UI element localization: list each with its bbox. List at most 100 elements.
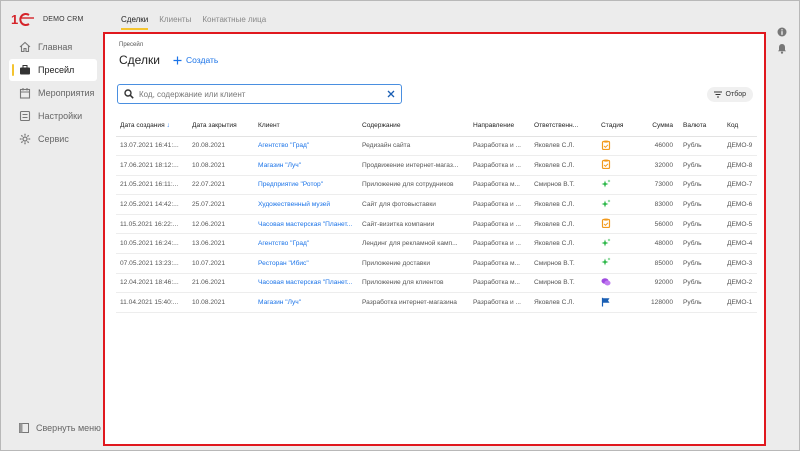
cell-owner: Яковлев С.Л. [530, 233, 597, 255]
table-row[interactable]: 11.05.2021 16:22:... 12.06.2021 Часовая ма… [116, 214, 757, 235]
settings-icon [19, 110, 31, 122]
cell-created: 12.05.2021 14:42:... [116, 194, 188, 215]
cell-closed: 10.08.2021 [188, 155, 254, 176]
cell-client-link[interactable]: Ресторан "Ибис" [254, 253, 358, 274]
cell-content: Сайт для фотовыставки [358, 194, 469, 215]
cell-currency: Рубль [679, 233, 723, 255]
tab-deals[interactable]: Сделки [121, 15, 149, 30]
cell-stage [597, 292, 637, 313]
cell-sum: 46000 [637, 136, 679, 157]
sidebar-nav: Главная Пресейл Мероприятия Настройки Се… [9, 36, 97, 151]
cell-direction: Разработка и ... [469, 292, 530, 313]
cell-closed: 21.06.2021 [188, 273, 254, 294]
cell-content: Сайт-визитка компании [358, 214, 469, 235]
table-row[interactable]: 11.04.2021 15:40:... 10.08.2021 Магазин "Л… [116, 292, 757, 313]
cell-client-link[interactable]: Магазин "Луч" [254, 292, 358, 313]
info-icon[interactable] [777, 27, 787, 37]
column-header-direction[interactable]: Направление [469, 116, 530, 137]
column-header-stage[interactable]: Стадия [597, 116, 637, 137]
sidebar-item-settings[interactable]: Настройки [9, 105, 97, 127]
cell-direction: Разработка и ... [469, 233, 530, 255]
table-row[interactable]: 12.04.2021 18:46:... 21.06.2021 Часовая ма… [116, 273, 757, 294]
stage-sparkle-icon [601, 179, 611, 189]
search-icon [124, 89, 134, 99]
app-window: 1 DEMO CRM Главная Пресейл Мероприятия Н… [0, 0, 800, 451]
filter-button[interactable]: Отбор [706, 87, 753, 102]
breadcrumb[interactable]: Пресейл [119, 42, 143, 48]
column-header-client[interactable]: Клиент [254, 116, 358, 137]
cell-sum: 48000 [637, 233, 679, 255]
column-header-created[interactable]: Дата создания ↓ [116, 116, 188, 137]
cell-closed: 10.08.2021 [188, 292, 254, 313]
column-header-content[interactable]: Содержание [358, 116, 469, 137]
cell-sum: 85000 [637, 253, 679, 274]
cell-direction: Разработка и ... [469, 214, 530, 235]
briefcase-icon [19, 64, 31, 76]
column-header-owner[interactable]: Ответственн... [530, 116, 597, 137]
cell-currency: Рубль [679, 214, 723, 235]
cell-stage [597, 175, 637, 196]
cell-content: Приложение для клиентов [358, 273, 469, 294]
cell-code: ДЕМО-6 [723, 194, 757, 215]
cell-currency: Рубль [679, 273, 723, 294]
table-row[interactable]: 12.05.2021 14:42:... 25.07.2021 Художестве… [116, 194, 757, 215]
tab-clients[interactable]: Клиенты [159, 15, 191, 29]
cell-closed: 12.06.2021 [188, 214, 254, 235]
filter-icon [713, 91, 722, 98]
cell-direction: Разработка м... [469, 175, 530, 196]
cell-code: ДЕМО-8 [723, 155, 757, 176]
logo: 1 DEMO CRM [11, 12, 84, 27]
cell-client-link[interactable]: Художественный музей [254, 194, 358, 215]
column-header-currency[interactable]: Валюта [679, 116, 723, 137]
table-row[interactable]: 17.06.2021 18:12:... 10.08.2021 Магазин "Л… [116, 155, 757, 176]
sidebar-item-label: Главная [38, 42, 73, 52]
cell-sum: 32000 [637, 155, 679, 176]
stage-flag-icon [601, 297, 611, 307]
cell-currency: Рубль [679, 155, 723, 176]
cell-content: Редизайн сайта [358, 136, 469, 157]
cell-client-link[interactable]: Предприятие "Ротор" [254, 175, 358, 196]
cell-client-link[interactable]: Магазин "Луч" [254, 155, 358, 176]
cell-stage [597, 155, 637, 176]
table-row[interactable]: 13.07.2021 16:41:... 20.08.2021 Агентство … [116, 136, 757, 157]
cell-currency: Рубль [679, 136, 723, 157]
cell-client-link[interactable]: Агентство "Град" [254, 233, 358, 255]
stage-sparkle-icon [601, 199, 611, 209]
cell-stage [597, 194, 637, 215]
create-button[interactable]: Создать [173, 55, 218, 65]
cell-stage [597, 136, 637, 157]
bell-icon[interactable] [777, 43, 787, 54]
table-row[interactable]: 21.05.2021 16:11:... 22.07.2021 Предприяти… [116, 175, 757, 196]
cell-content: Продвижение интернет-магаз... [358, 155, 469, 176]
top-tabs: Сделки Клиенты Контактные лица [121, 15, 266, 30]
column-header-code[interactable]: Код [723, 116, 757, 137]
cell-owner: Смирнов В.Т. [530, 253, 597, 274]
column-header-sum[interactable]: Сумма [637, 116, 679, 137]
search-input[interactable] [139, 89, 387, 99]
cell-owner: Яковлев С.Л. [530, 136, 597, 157]
tab-contacts[interactable]: Контактные лица [202, 15, 266, 29]
cell-owner: Яковлев С.Л. [530, 214, 597, 235]
cell-direction: Разработка и ... [469, 136, 530, 157]
stage-sparkle-icon [601, 238, 611, 248]
table-row[interactable]: 10.05.2021 16:24:... 13.06.2021 Агентство … [116, 233, 757, 255]
sidebar-item-service[interactable]: Сервис [9, 128, 97, 150]
cell-currency: Рубль [679, 253, 723, 274]
sidebar-item-label: Пресейл [38, 65, 75, 75]
cell-stage [597, 214, 637, 235]
clear-search-icon[interactable] [387, 90, 395, 98]
cell-client-link[interactable]: Часовая мастерская "Планет... [254, 214, 358, 235]
cell-sum: 128000 [637, 292, 679, 313]
collapse-menu-button[interactable]: Свернуть меню [19, 423, 101, 433]
cell-created: 07.05.2021 13:23:... [116, 253, 188, 274]
logo-1c-icon: 1 [11, 12, 34, 27]
table-row[interactable]: 07.05.2021 13:23:... 10.07.2021 Ресторан "… [116, 253, 757, 274]
cell-client-link[interactable]: Часовая мастерская "Планет... [254, 273, 358, 294]
cell-currency: Рубль [679, 175, 723, 196]
column-header-closed[interactable]: Дата закрытия [188, 116, 254, 137]
sidebar-item-events[interactable]: Мероприятия [9, 82, 97, 104]
sidebar-item-presale[interactable]: Пресейл [9, 59, 97, 81]
home-icon [19, 41, 31, 53]
cell-client-link[interactable]: Агентство "Град" [254, 136, 358, 157]
sidebar-item-home[interactable]: Главная [9, 36, 97, 58]
